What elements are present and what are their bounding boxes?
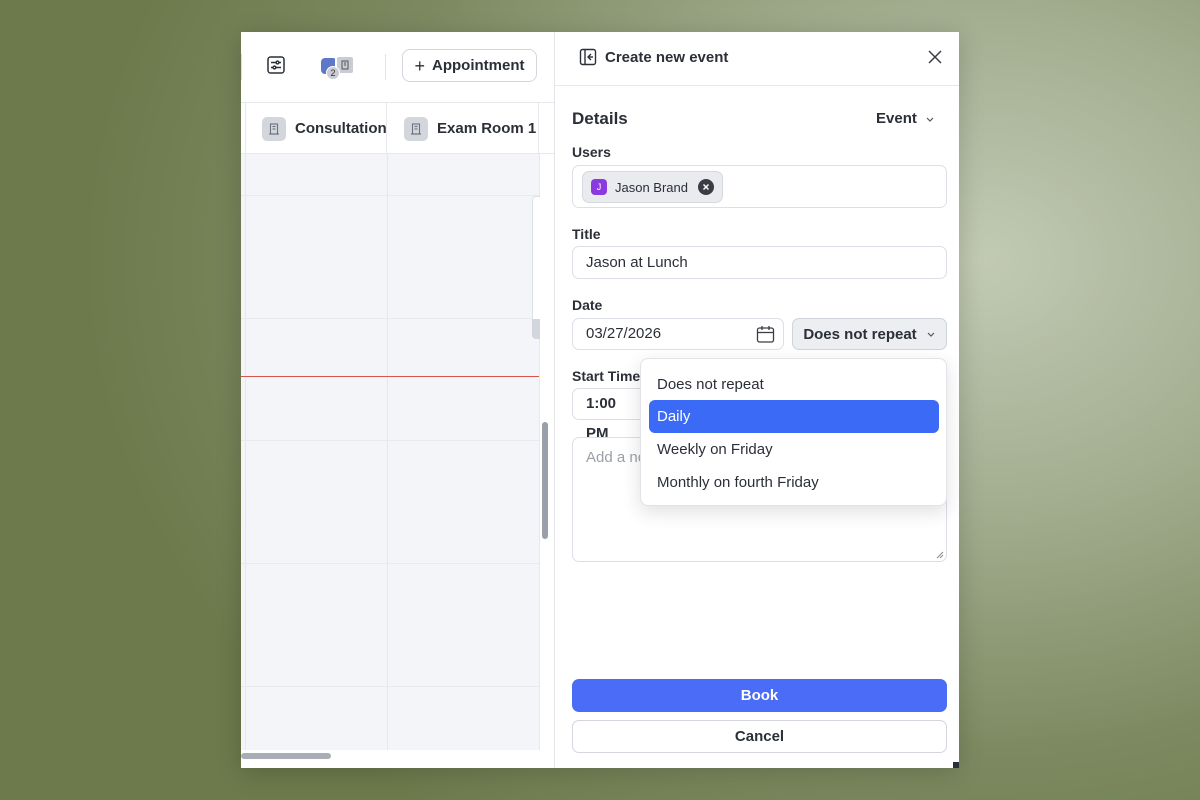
toolbar-divider (241, 54, 242, 80)
event-type-select[interactable]: Event (876, 110, 935, 127)
event-card-edge[interactable] (532, 196, 540, 338)
event-type-value: Event (876, 110, 917, 127)
calendar-toolbar: 2 + Appointment (241, 32, 554, 102)
vertical-scrollbar[interactable] (542, 422, 548, 539)
add-appointment-button[interactable]: + Appointment (402, 49, 537, 82)
date-input[interactable]: 03/27/2026 (572, 318, 784, 350)
users-label: Users (572, 144, 611, 160)
calendar-column-headers: Consultation Room Exam Room 1 (241, 102, 554, 154)
current-time-indicator (241, 376, 539, 377)
repeat-option-daily[interactable]: Daily (649, 400, 939, 433)
grid-column-line (245, 154, 246, 750)
sliders-icon[interactable] (264, 53, 288, 77)
date-value: 03/27/2026 (586, 325, 662, 342)
grid-hour-line (241, 195, 539, 196)
panel-title: Create new event (605, 49, 729, 66)
grid-hour-line (241, 563, 539, 564)
calendar-icon[interactable] (756, 325, 775, 344)
add-appointment-label: Appointment (432, 57, 525, 74)
close-icon[interactable] (926, 48, 944, 66)
remove-user-icon[interactable] (698, 179, 714, 195)
calendar-grid[interactable] (241, 154, 540, 750)
grid-hour-line (241, 318, 539, 319)
collapse-panel-icon[interactable] (579, 48, 597, 66)
horizontal-scrollbar[interactable] (241, 753, 331, 759)
calendar-pane: 2 + Appointment Consultation Room Exam R… (241, 32, 554, 768)
user-chip: J Jason Brand (582, 171, 723, 203)
resources-count-badge: 2 (326, 66, 340, 80)
repeat-value: Does not repeat (803, 325, 917, 343)
cancel-button[interactable]: Cancel (572, 720, 947, 753)
date-label: Date (572, 297, 603, 313)
window-resize-corner[interactable] (953, 762, 959, 768)
resize-handle-icon[interactable] (936, 551, 944, 559)
grid-hour-line (241, 440, 539, 441)
chevron-down-icon (926, 117, 934, 122)
resources-toggle[interactable]: 2 (319, 53, 359, 81)
title-input[interactable]: Jason at Lunch (572, 246, 947, 279)
room-icon (404, 116, 428, 141)
repeat-option-weekly[interactable]: Weekly on Friday (649, 433, 939, 466)
repeat-dropdown-menu: Does not repeat Daily Weekly on Friday M… (640, 358, 947, 506)
column-header-label: Exam Room 1 (437, 120, 537, 137)
repeat-option-does-not-repeat[interactable]: Does not repeat (649, 368, 939, 401)
plus-icon: + (414, 55, 426, 76)
repeat-option-monthly[interactable]: Monthly on fourth Friday (649, 466, 939, 499)
column-header-exam-room-1[interactable]: Exam Room 1 (387, 103, 539, 154)
user-avatar: J (591, 179, 607, 195)
book-button[interactable]: Book (572, 679, 947, 712)
column-header-label: Consultation Room (295, 120, 387, 137)
details-heading: Details (572, 109, 628, 128)
title-label: Title (572, 226, 601, 242)
toolbar-divider (385, 54, 386, 80)
column-header-consultation[interactable]: Consultation Room (245, 103, 387, 154)
grid-hour-line (241, 686, 539, 687)
panel-header: Create new event (555, 32, 959, 86)
start-time-label: Start Time (572, 368, 641, 384)
user-chip-name: Jason Brand (615, 179, 688, 195)
notes-placeholder: Add a no (586, 449, 647, 466)
grid-column-line (387, 154, 388, 750)
repeat-select[interactable]: Does not repeat (792, 318, 947, 350)
users-field[interactable]: J Jason Brand (572, 165, 947, 208)
app-window: 2 + Appointment Consultation Room Exam R… (241, 32, 959, 768)
event-card-footer (532, 319, 540, 339)
room-icon (262, 116, 286, 141)
chevron-down-icon (927, 332, 935, 337)
create-event-panel: Create new event Details Event Users J J… (554, 32, 959, 768)
